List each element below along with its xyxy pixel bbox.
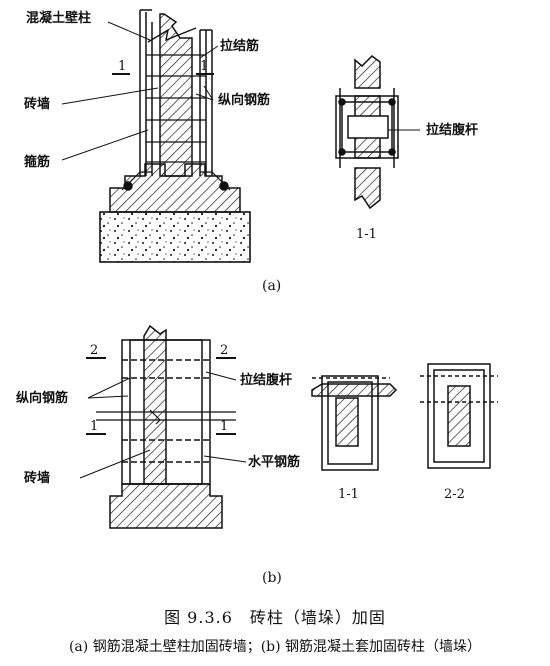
label-brick-wall-a: 砖墙 <box>24 96 50 112</box>
wall-section-top <box>354 55 381 89</box>
subfigure-label-a: (a) <box>262 278 281 294</box>
column-elevation-b <box>86 324 236 529</box>
section-title-b1: 1-1 <box>338 487 359 502</box>
section-mark-b-1-right: 1 <box>220 419 228 434</box>
section-1-1-a <box>335 55 420 210</box>
column-core-b <box>143 324 167 485</box>
label-tie-bar-a: 拉结筋 <box>220 38 259 54</box>
label-tie-web-bar-a: 拉结腹杆 <box>426 122 478 138</box>
brick-wall-core <box>159 13 193 177</box>
rebar-dot <box>219 181 229 191</box>
figure-diagram: 混凝土壁柱 拉结筋 砖墙 纵向钢筋 箍筋 拉结腹杆 1 1 1-1 (a) 拉结… <box>16 9 498 586</box>
label-stirrup: 箍筋 <box>24 154 50 170</box>
label-longitudinal-bar-a: 纵向钢筋 <box>218 92 270 108</box>
label-concrete-pilaster: 混凝土壁柱 <box>26 10 91 26</box>
subfigure-label-b: (b) <box>262 570 282 586</box>
rebar-dot <box>123 181 133 191</box>
footing-b <box>109 483 223 529</box>
label-longitudinal-bar-b: 纵向钢筋 <box>16 390 68 406</box>
section-1-1-b <box>311 375 398 471</box>
section-title-b2: 2-2 <box>444 487 465 502</box>
wall-section-bottom <box>354 167 381 210</box>
section-mark-b-2-left: 2 <box>90 343 98 358</box>
section-mark-a-right: 1 <box>200 59 208 74</box>
figure-caption-title: 图 9.3.6 砖柱（墙垛）加固 <box>164 608 386 627</box>
section-mark-b-2-right: 2 <box>220 343 228 358</box>
section-2-2-b <box>420 363 498 469</box>
section-mark-a-left: 1 <box>118 59 126 74</box>
label-horizontal-bar: 水平钢筋 <box>248 454 300 470</box>
label-tie-web-bar-b: 拉结腹杆 <box>240 372 292 388</box>
figure-caption-subtitle: (a) 钢筋混凝土壁柱加固砖墙；(b) 钢筋混凝土套加固砖柱（墙垛） <box>68 639 482 655</box>
section-title-a: 1-1 <box>356 227 377 242</box>
label-brick-wall-b: 砖墙 <box>24 470 50 486</box>
section-mark-b-1-left: 1 <box>90 419 98 434</box>
concrete-foundation <box>99 211 251 263</box>
